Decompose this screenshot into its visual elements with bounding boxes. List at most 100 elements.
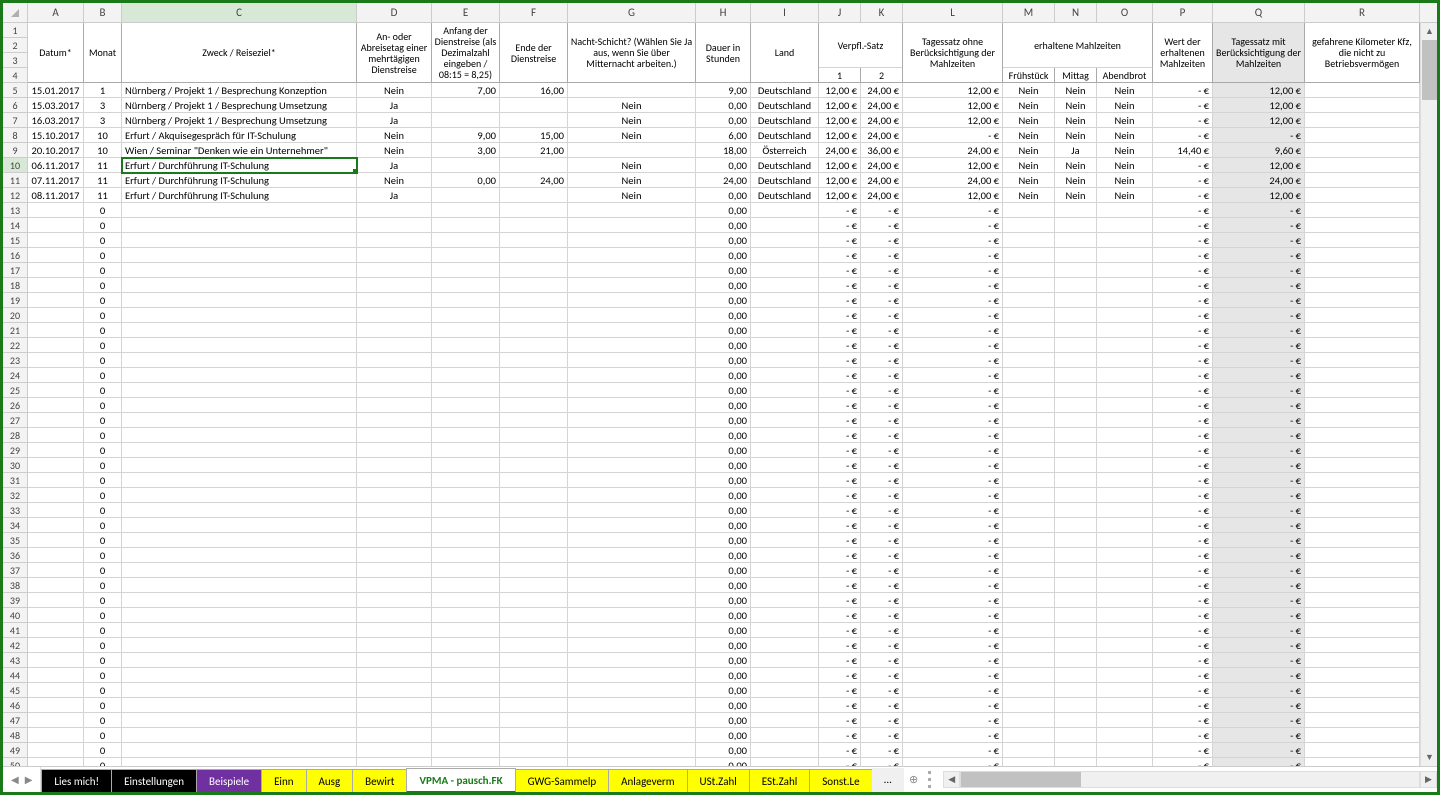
- scroll-up-icon[interactable]: ▲: [1421, 23, 1437, 40]
- cell-G[interactable]: [568, 143, 696, 158]
- cell-R[interactable]: [1305, 443, 1420, 458]
- cell-D[interactable]: Nein: [357, 128, 432, 143]
- cell-P[interactable]: - €: [1153, 383, 1213, 398]
- cell-I[interactable]: [751, 473, 819, 488]
- col-header-N[interactable]: N: [1055, 3, 1097, 22]
- cell-B[interactable]: 3: [84, 98, 122, 113]
- cell-O[interactable]: [1097, 638, 1153, 653]
- header-P[interactable]: Wert der erhaltenen Mahlzeiten: [1153, 23, 1213, 83]
- cell-P[interactable]: - €: [1153, 128, 1213, 143]
- cell-E[interactable]: [432, 743, 500, 758]
- cell-I[interactable]: Deutschland: [751, 188, 819, 203]
- cell-C[interactable]: [122, 668, 357, 683]
- cell-N[interactable]: [1055, 203, 1097, 218]
- cell-E[interactable]: [432, 428, 500, 443]
- cell-H[interactable]: 0,00: [696, 383, 751, 398]
- cell-L[interactable]: - €: [903, 563, 1003, 578]
- cell-L[interactable]: - €: [903, 323, 1003, 338]
- cell-A[interactable]: [28, 503, 84, 518]
- cell-E[interactable]: [432, 578, 500, 593]
- cell-Q[interactable]: - €: [1213, 383, 1305, 398]
- cell-P[interactable]: - €: [1153, 428, 1213, 443]
- cell-R[interactable]: [1305, 608, 1420, 623]
- cell-A[interactable]: [28, 728, 84, 743]
- cell-A[interactable]: [28, 473, 84, 488]
- cell-I[interactable]: [751, 353, 819, 368]
- row-header[interactable]: 23: [3, 353, 28, 368]
- cell-H[interactable]: 0,00: [696, 713, 751, 728]
- cell-C[interactable]: Erfurt / Durchführung IT-Schulung: [122, 158, 357, 173]
- cell-A[interactable]: [28, 398, 84, 413]
- row-header[interactable]: 42: [3, 638, 28, 653]
- cell-M[interactable]: [1003, 323, 1055, 338]
- cell-G[interactable]: [568, 713, 696, 728]
- cell-C[interactable]: Nürnberg / Projekt 1 / Besprechung Umset…: [122, 98, 357, 113]
- cell-M[interactable]: [1003, 563, 1055, 578]
- cell-R[interactable]: [1305, 413, 1420, 428]
- cell-C[interactable]: [122, 518, 357, 533]
- cell-F[interactable]: [500, 503, 568, 518]
- cell-F[interactable]: [500, 758, 568, 766]
- cell-G[interactable]: [568, 518, 696, 533]
- cell-F[interactable]: [500, 728, 568, 743]
- cell-B[interactable]: 0: [84, 563, 122, 578]
- cell-J[interactable]: - €: [819, 413, 861, 428]
- cell-G[interactable]: Nein: [568, 113, 696, 128]
- cell-J[interactable]: 12,00 €: [819, 173, 861, 188]
- cell-O[interactable]: [1097, 623, 1153, 638]
- cell-Q[interactable]: - €: [1213, 308, 1305, 323]
- cell-P[interactable]: - €: [1153, 578, 1213, 593]
- row-header[interactable]: 6: [3, 98, 28, 113]
- cell-A[interactable]: [28, 623, 84, 638]
- cell-M[interactable]: [1003, 488, 1055, 503]
- cell-K[interactable]: - €: [861, 758, 903, 766]
- cell-G[interactable]: [568, 218, 696, 233]
- cell-F[interactable]: [500, 383, 568, 398]
- cell-D[interactable]: [357, 758, 432, 766]
- cell-Q[interactable]: - €: [1213, 353, 1305, 368]
- cell-Q[interactable]: - €: [1213, 638, 1305, 653]
- cell-A[interactable]: [28, 458, 84, 473]
- cell-F[interactable]: [500, 458, 568, 473]
- cell-Q[interactable]: 12,00 €: [1213, 98, 1305, 113]
- cell-M[interactable]: [1003, 263, 1055, 278]
- cell-H[interactable]: 0,00: [696, 353, 751, 368]
- cell-E[interactable]: 9,00: [432, 128, 500, 143]
- cell-L[interactable]: - €: [903, 413, 1003, 428]
- cell-B[interactable]: 0: [84, 293, 122, 308]
- cell-C[interactable]: [122, 338, 357, 353]
- cell-L[interactable]: 24,00 €: [903, 143, 1003, 158]
- cell-N[interactable]: [1055, 698, 1097, 713]
- cell-F[interactable]: 21,00: [500, 143, 568, 158]
- cell-O[interactable]: Nein: [1097, 98, 1153, 113]
- cell-B[interactable]: 0: [84, 518, 122, 533]
- cell-I[interactable]: [751, 638, 819, 653]
- cell-H[interactable]: 0,00: [696, 338, 751, 353]
- cell-E[interactable]: [432, 278, 500, 293]
- cell-L[interactable]: - €: [903, 368, 1003, 383]
- grid-body[interactable]: 1234Datum*MonatZweck / Reiseziel*An- ode…: [3, 23, 1437, 766]
- header-I[interactable]: Land: [751, 23, 819, 83]
- cell-I[interactable]: [751, 338, 819, 353]
- cell-G[interactable]: [568, 563, 696, 578]
- cell-A[interactable]: 15.03.2017: [28, 98, 84, 113]
- cell-P[interactable]: - €: [1153, 458, 1213, 473]
- cell-C[interactable]: [122, 698, 357, 713]
- cell-K[interactable]: 24,00 €: [861, 128, 903, 143]
- cell-F[interactable]: [500, 293, 568, 308]
- cell-I[interactable]: [751, 548, 819, 563]
- cell-F[interactable]: [500, 488, 568, 503]
- cell-B[interactable]: 0: [84, 578, 122, 593]
- row-header[interactable]: 37: [3, 563, 28, 578]
- cell-L[interactable]: - €: [903, 128, 1003, 143]
- cell-J[interactable]: - €: [819, 533, 861, 548]
- cell-I[interactable]: [751, 608, 819, 623]
- row-header[interactable]: 45: [3, 683, 28, 698]
- cell-R[interactable]: [1305, 323, 1420, 338]
- cell-N[interactable]: Nein: [1055, 113, 1097, 128]
- cell-P[interactable]: - €: [1153, 503, 1213, 518]
- cell-E[interactable]: [432, 158, 500, 173]
- cell-L[interactable]: - €: [903, 668, 1003, 683]
- cell-C[interactable]: Erfurt / Akquisegespräch für IT-Schulung: [122, 128, 357, 143]
- cell-K[interactable]: - €: [861, 533, 903, 548]
